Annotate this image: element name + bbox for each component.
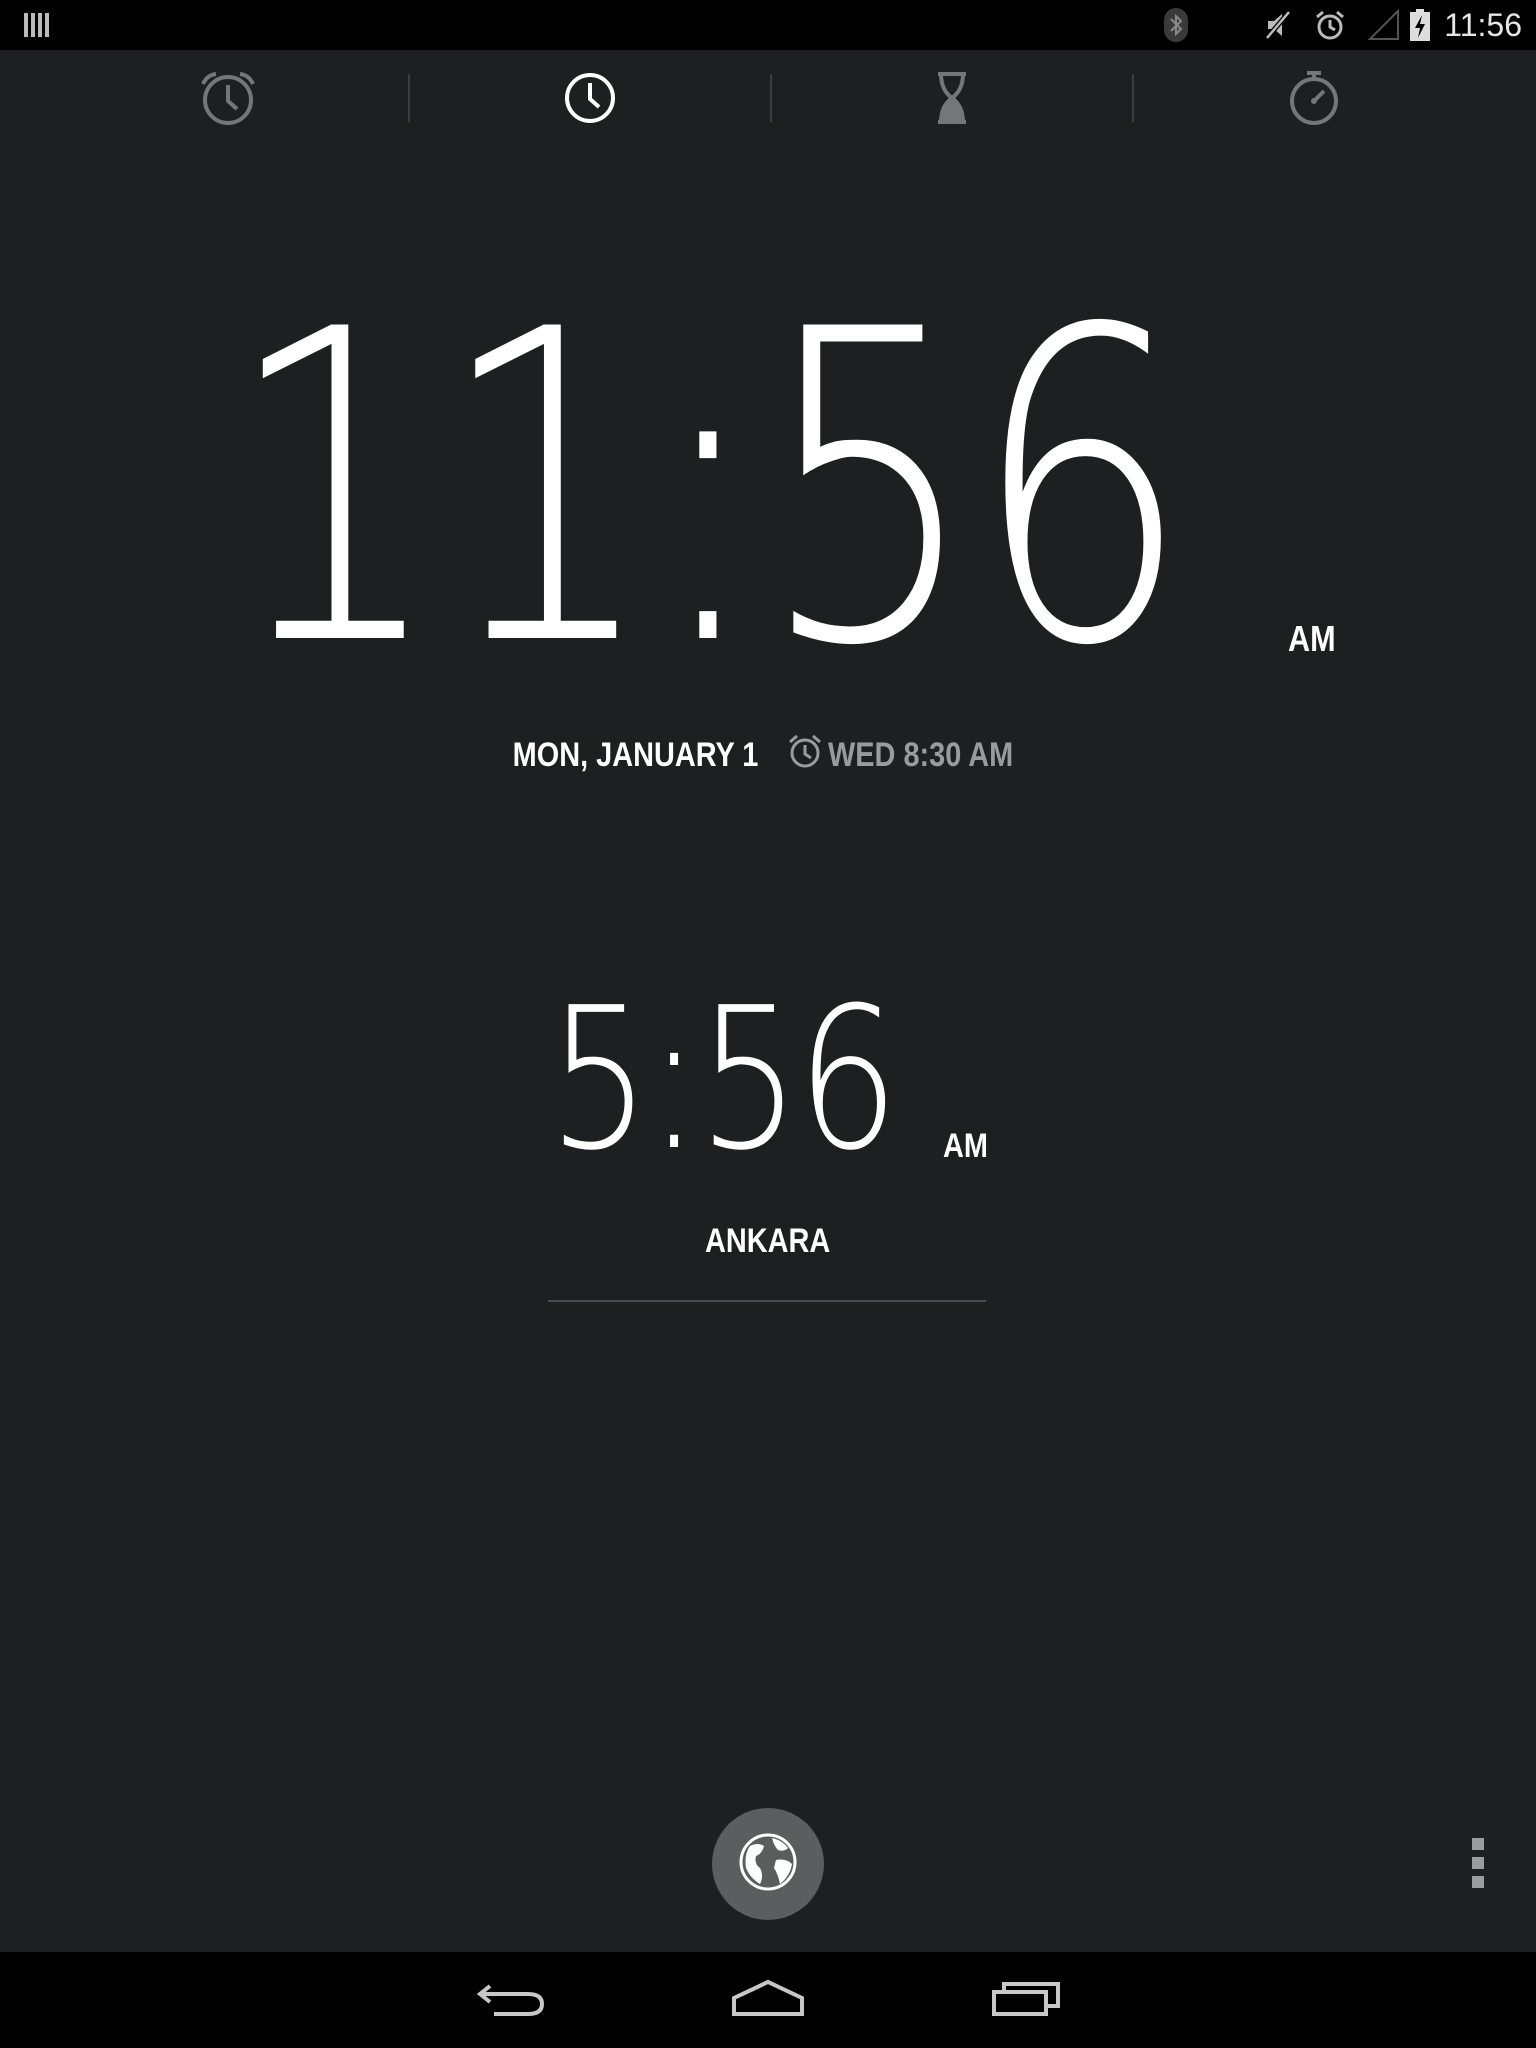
current-date: MON, JANUARY 1: [512, 735, 758, 774]
overflow-dot: [1472, 1857, 1484, 1869]
status-bar: 11:56: [0, 0, 1536, 50]
signal-icon: [1368, 9, 1400, 41]
tab-alarm[interactable]: [47, 50, 408, 150]
back-button[interactable]: [462, 1970, 562, 2030]
hourglass-icon: [932, 70, 972, 131]
clock-icon: [562, 70, 618, 131]
main-clock-time: 11:56: [225, 240, 1191, 740]
alarm-clock-icon: [198, 70, 258, 131]
back-icon: [476, 1978, 548, 2023]
overflow-dot: [1472, 1838, 1484, 1850]
alarm-icon: [1314, 9, 1346, 41]
date-line: MON, JANUARY 1 WED 8:30 AM: [0, 730, 1536, 780]
bluetooth-icon: [1164, 8, 1189, 42]
notification-bars-icon: [24, 12, 50, 38]
overflow-dot: [1472, 1876, 1484, 1888]
next-alarm-text: WED 8:30 AM: [827, 735, 1013, 774]
globe-icon: [738, 1832, 798, 1897]
home-button[interactable]: [718, 1970, 818, 2030]
next-alarm[interactable]: WED 8:30 AM: [786, 733, 1046, 778]
status-time: 11:56: [1444, 6, 1522, 43]
main-clock: 11:56 AM: [0, 240, 1536, 740]
next-alarm-icon: [786, 733, 824, 778]
mute-icon: [1264, 9, 1292, 41]
tab-bar: [0, 50, 1536, 150]
tab-timer[interactable]: [771, 50, 1132, 150]
recents-button[interactable]: [976, 1970, 1076, 2030]
main-clock-ampm: AM: [1288, 618, 1336, 659]
navigation-bar: [0, 1952, 1536, 2048]
overflow-menu-button[interactable]: [1466, 1838, 1490, 1888]
recents-icon: [990, 1978, 1062, 2023]
stopwatch-icon: [1286, 68, 1342, 133]
tab-clock[interactable]: [409, 50, 770, 150]
world-clock-city: ANKARA: [705, 1222, 831, 1260]
world-clock-divider: [548, 1300, 986, 1302]
world-clock[interactable]: 5:56 AM: [0, 966, 1536, 1194]
tab-stopwatch[interactable]: [1133, 50, 1494, 150]
world-clock-time: 5:56: [548, 966, 899, 1194]
cities-button[interactable]: [712, 1808, 824, 1920]
home-icon: [730, 1978, 806, 2023]
world-clock-ampm: AM: [943, 1127, 988, 1165]
battery-charging-icon: [1410, 9, 1431, 41]
